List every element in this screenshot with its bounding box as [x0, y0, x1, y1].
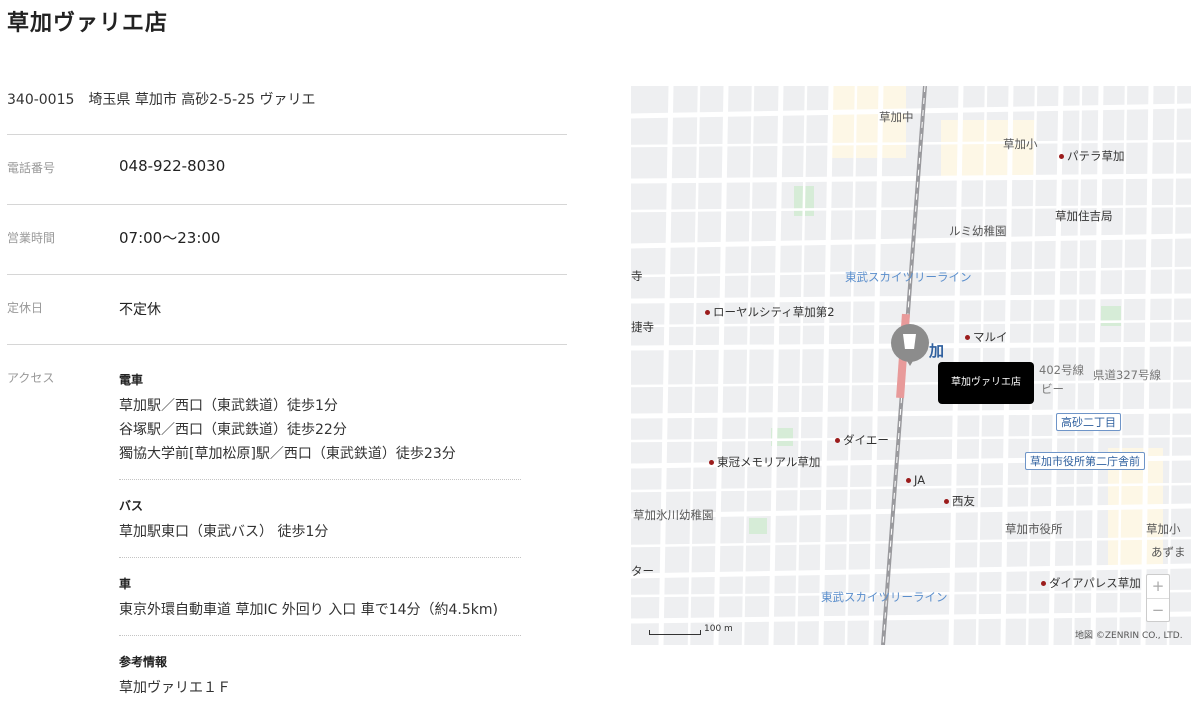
- poi-name: マルイ: [973, 330, 1008, 344]
- poi-name: JA: [914, 473, 926, 487]
- phone-number[interactable]: 048-922-8030: [119, 157, 225, 175]
- zoom-out-button[interactable]: −: [1147, 598, 1169, 622]
- phone-label: 電話番号: [7, 161, 56, 175]
- poi-label: パテラ草加: [1059, 149, 1125, 163]
- poi-dot: [1041, 581, 1046, 586]
- poi-label: 草加住吉局: [1055, 209, 1113, 223]
- access-reference: 参考情報 草加ヴァリエ１Ｆ: [119, 653, 521, 700]
- dotted-divider: [119, 479, 521, 480]
- poi-label: ダイエー: [835, 433, 889, 447]
- bus-title: バス: [119, 499, 144, 513]
- train-line: 草加駅／西口（東武鉄道）徒歩1分: [119, 398, 338, 414]
- poi-name: ダイエー: [843, 433, 889, 447]
- road-label: 402号線: [1039, 363, 1084, 377]
- store-marker-pin[interactable]: [891, 324, 929, 366]
- partial-label: 寺: [631, 269, 643, 283]
- divider: [7, 204, 567, 205]
- reference-title: 参考情報: [119, 655, 168, 669]
- zoom-in-button[interactable]: +: [1147, 575, 1169, 598]
- closed-value: 不定休: [119, 302, 161, 318]
- divider: [7, 344, 567, 345]
- school-label: 草加小: [1003, 137, 1038, 151]
- store-title: 草加ヴァリエ店: [7, 11, 169, 36]
- road-label: 県道327号線: [1093, 368, 1161, 382]
- poi-dot: [906, 478, 911, 483]
- kindergarten-label: ルミ幼稚園: [949, 224, 1007, 238]
- poi-label: JA: [906, 473, 925, 487]
- poi-label: ローヤルシティ草加第2: [705, 305, 835, 319]
- kindergarten-label: あずま: [1151, 545, 1186, 559]
- scale-label: 100 m: [704, 624, 733, 634]
- poi-name: 西友: [952, 494, 975, 508]
- poi-name: 東冠メモリアル草加: [717, 455, 821, 469]
- rail-line-label: 東武スカイツリーライン: [845, 270, 972, 284]
- poi-dot: [944, 499, 949, 504]
- access-label: アクセス: [7, 371, 55, 385]
- partial-label: ター: [631, 564, 654, 578]
- poi-dot: [709, 460, 714, 465]
- bus-stop-label: 草加市役所第二庁舎前: [1025, 452, 1145, 470]
- store-address: 340-0015 埼玉県 草加市 高砂2-5-25 ヴァリエ: [7, 92, 316, 108]
- poi-label: 西友: [944, 494, 975, 508]
- poi-dot: [965, 335, 970, 340]
- poi-name: 草加住吉局: [1055, 209, 1113, 223]
- car-line: 東京外環自動車道 草加IC 外回り 入口 車で14分（約4.5km): [119, 602, 498, 618]
- closed-label: 定休日: [7, 301, 44, 315]
- kindergarten-label: 草加氷川幼稚園: [633, 508, 714, 522]
- poi-dot: [705, 310, 710, 315]
- poi-dot: [835, 438, 840, 443]
- poi-name: ローヤルシティ草加第2: [713, 305, 835, 319]
- city-hall-label: 草加市役所: [1005, 522, 1063, 536]
- dotted-divider: [119, 635, 521, 636]
- reference-line: 草加ヴァリエ１Ｆ: [119, 680, 231, 696]
- coffee-cup-icon: [903, 334, 916, 349]
- divider: [7, 134, 567, 135]
- partial-label: ビー: [1041, 382, 1064, 396]
- scale-bar: [649, 630, 701, 635]
- store-popup[interactable]: 草加ヴァリエ店: [938, 362, 1034, 404]
- bus-line: 草加駅東口（東武バス） 徒歩1分: [119, 524, 329, 540]
- bus-stop-label: 高砂二丁目: [1056, 413, 1121, 431]
- poi-name: ダイアパレス草加: [1049, 576, 1141, 590]
- partial-label: 捷寺: [631, 320, 654, 334]
- map-copyright: 地図 ©ZENRIN CO., LTD.: [1075, 631, 1183, 641]
- zoom-control: + −: [1146, 574, 1170, 622]
- school-label: 草加小: [1146, 522, 1181, 536]
- train-line: 獨協大学前[草加松原]駅／西口（東武鉄道）徒歩23分: [119, 446, 456, 462]
- store-map[interactable]: 草加中 草加小 ルミ幼稚園 草加氷川幼稚園 草加市役所 草加小 あずま パテラ草…: [631, 86, 1191, 645]
- dotted-divider: [119, 557, 521, 558]
- access-car: 車 東京外環自動車道 草加IC 外回り 入口 車で14分（約4.5km): [119, 575, 521, 622]
- poi-dot: [1059, 154, 1064, 159]
- poi-name: パテラ草加: [1067, 149, 1125, 163]
- access-bus: バス 草加駅東口（東武バス） 徒歩1分: [119, 497, 521, 544]
- divider: [7, 274, 567, 275]
- rail-line-label: 東武スカイツリーライン: [821, 590, 948, 604]
- access-train: 電車 草加駅／西口（東武鉄道）徒歩1分 谷塚駅／西口（東武鉄道）徒歩22分 獨協…: [119, 371, 521, 466]
- poi-label: マルイ: [965, 330, 1008, 344]
- hours-value: 07:00〜23:00: [119, 229, 221, 247]
- hours-label: 営業時間: [7, 231, 56, 245]
- station-label: 加: [929, 342, 945, 360]
- poi-label: ダイアパレス草加: [1041, 576, 1141, 590]
- train-title: 電車: [119, 373, 144, 387]
- poi-label: 東冠メモリアル草加: [709, 455, 820, 469]
- car-title: 車: [119, 577, 132, 591]
- school-label: 草加中: [879, 110, 914, 124]
- train-line: 谷塚駅／西口（東武鉄道）徒歩22分: [119, 422, 347, 438]
